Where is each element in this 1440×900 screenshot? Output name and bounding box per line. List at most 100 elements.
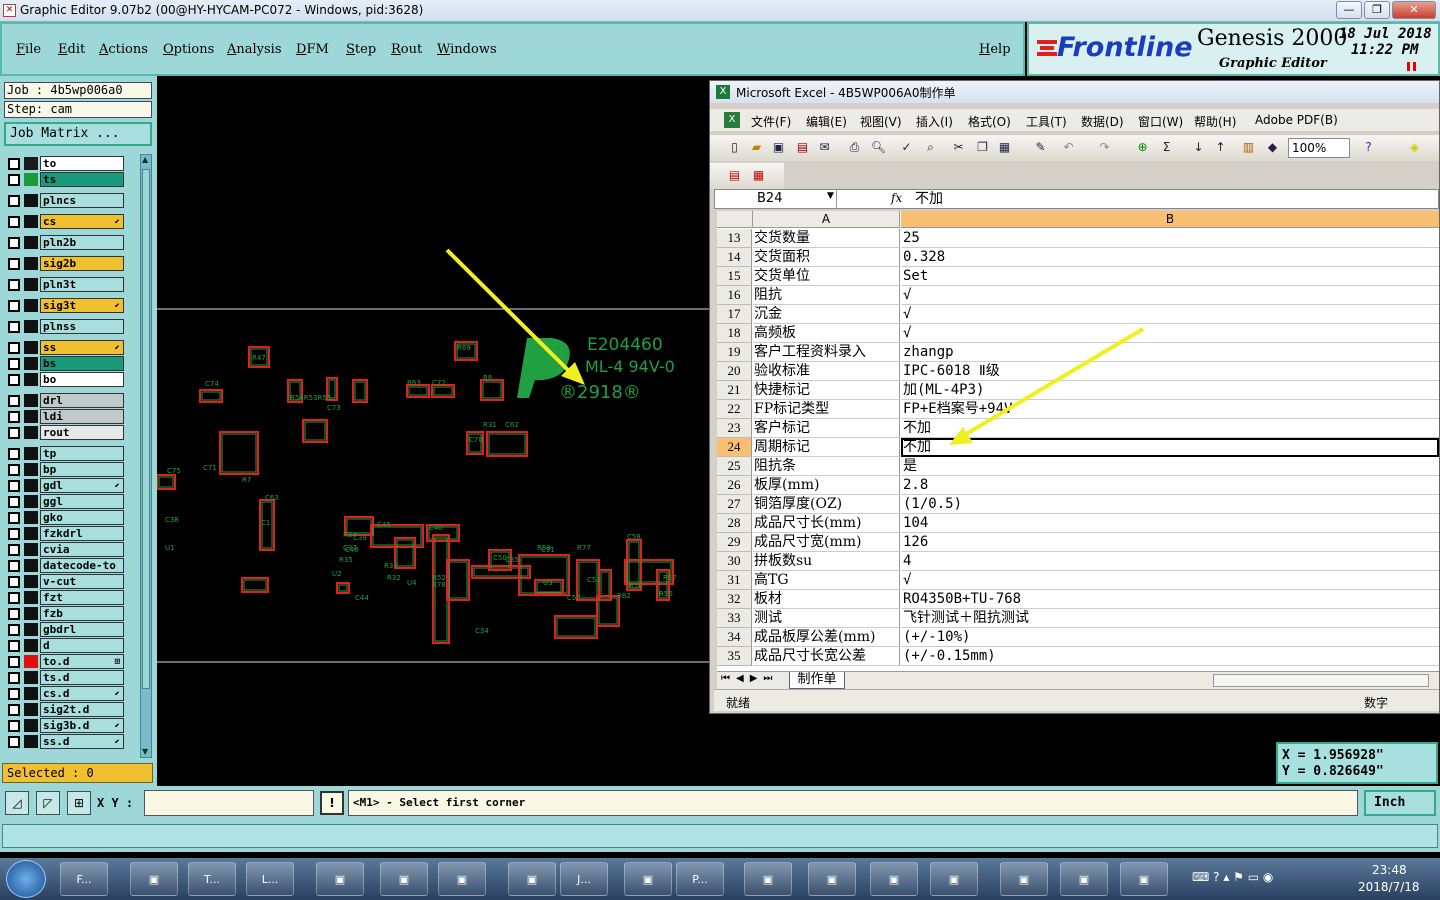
layer-color-swatch[interactable] <box>24 591 38 604</box>
layer-name[interactable]: bp <box>40 462 124 477</box>
layer-row-sig2b[interactable]: sig2b <box>4 256 124 271</box>
layer-row-rout[interactable]: rout <box>4 425 124 440</box>
layer-scrollbar[interactable]: ▲ ▼ <box>140 154 152 758</box>
print-preview-icon[interactable]: 🔍︎ <box>870 139 887 156</box>
layer-name[interactable]: cs ⬋ <box>40 214 124 229</box>
open-icon[interactable]: ▰ <box>748 139 765 156</box>
layer-color-swatch[interactable] <box>24 479 38 492</box>
layer-name[interactable]: gbdrl <box>40 622 124 637</box>
layer-name[interactable]: to <box>40 156 124 171</box>
layer-checkbox[interactable] <box>8 592 20 604</box>
convert-pdf-icon[interactable]: ▤ <box>726 167 743 184</box>
layer-color-swatch[interactable] <box>24 687 38 700</box>
menu-edit[interactable]: Edit <box>58 42 85 57</box>
job-matrix-button[interactable]: Job Matrix ... <box>4 122 152 146</box>
drawing-icon[interactable]: ◆ <box>1264 139 1281 156</box>
formula-input[interactable]: 不加 <box>915 190 943 208</box>
layer-row-drl[interactable]: drl <box>4 393 124 408</box>
layer-color-swatch[interactable] <box>24 236 38 249</box>
spelling-icon[interactable]: ✓ <box>898 139 915 156</box>
xl-menu-view[interactable]: 视图(V) <box>860 113 902 130</box>
layer-name[interactable]: rout <box>40 425 124 440</box>
layer-color-swatch[interactable] <box>24 173 38 186</box>
layer-checkbox[interactable] <box>8 279 20 291</box>
sort-desc-icon[interactable]: ↑ <box>1212 139 1229 156</box>
redo-icon[interactable]: ↷ <box>1096 139 1113 156</box>
layer-checkbox[interactable] <box>8 688 20 700</box>
namebox-dropdown-icon[interactable]: ▼ <box>827 191 834 201</box>
layer-color-swatch[interactable] <box>24 447 38 460</box>
layer-row-cs.d[interactable]: cs.d ⬋ <box>4 686 124 701</box>
taskbar-app-button[interactable]: ▣ <box>508 862 556 896</box>
layer-row-ldi[interactable]: ldi <box>4 409 124 424</box>
save-icon[interactable]: ▣ <box>770 139 787 156</box>
hyperlink-icon[interactable]: ⊕ <box>1134 139 1151 156</box>
graphic-canvas[interactable]: E204460 ML-4 94V-0 ®2918® R47 C74 R54R53R5… <box>156 80 710 786</box>
menu-options[interactable]: Options <box>163 42 214 57</box>
layer-name[interactable]: v-cut <box>40 574 124 589</box>
layer-name[interactable]: fzt <box>40 590 124 605</box>
layer-row-ss[interactable]: ss ⬋ <box>4 340 124 355</box>
layer-checkbox[interactable] <box>8 395 20 407</box>
layer-row-gdl[interactable]: gdl ⬋ <box>4 478 124 493</box>
xl-menu-insert[interactable]: 插入(I) <box>916 113 953 130</box>
taskbar-app-button[interactable]: ▣ <box>1060 862 1108 896</box>
layer-checkbox[interactable] <box>8 174 20 186</box>
sheet-nav-icons[interactable]: ⏮◀▶⏭ <box>721 673 778 684</box>
layer-checkbox[interactable] <box>8 560 20 572</box>
xl-menu-edit[interactable]: 编辑(E) <box>806 113 847 130</box>
close-button[interactable]: ✕ <box>1392 1 1436 19</box>
layer-name[interactable]: tp <box>40 446 124 461</box>
layer-checkbox[interactable] <box>8 640 20 652</box>
layer-color-swatch[interactable] <box>24 194 38 207</box>
layer-checkbox[interactable] <box>8 736 20 748</box>
help-icon[interactable]: ? <box>1360 139 1377 156</box>
taskbar-app-button[interactable]: P... <box>676 862 724 896</box>
format-painter-icon[interactable]: ✎ <box>1032 139 1049 156</box>
layer-checkbox[interactable] <box>8 704 20 716</box>
chart-wizard-icon[interactable]: ▥ <box>1240 139 1257 156</box>
layer-color-swatch[interactable] <box>24 495 38 508</box>
menu-rout[interactable]: Rout <box>391 42 422 57</box>
workbook-icon[interactable]: X <box>724 112 740 128</box>
layer-row-fzt[interactable]: fzt <box>4 590 124 605</box>
minimize-button[interactable]: — <box>1336 1 1362 19</box>
maximize-button[interactable]: ❐ <box>1364 1 1390 19</box>
layer-name[interactable]: bs <box>40 356 124 371</box>
layer-color-swatch[interactable] <box>24 655 38 668</box>
layer-checkbox[interactable] <box>8 321 20 333</box>
layer-name[interactable]: ldi <box>40 409 124 424</box>
layer-row-bp[interactable]: bp <box>4 462 124 477</box>
layer-color-swatch[interactable] <box>24 410 38 423</box>
layer-color-swatch[interactable] <box>24 278 38 291</box>
layer-name[interactable]: plnss <box>40 319 124 334</box>
menu-actions[interactable]: Actions <box>99 42 148 57</box>
taskbar-app-button[interactable]: L... <box>246 862 294 896</box>
layer-color-swatch[interactable] <box>24 215 38 228</box>
layer-color-swatch[interactable] <box>24 320 38 333</box>
layer-row-ggl[interactable]: ggl <box>4 494 124 509</box>
layer-checkbox[interactable] <box>8 342 20 354</box>
measure-icon[interactable]: ◸ <box>36 791 60 815</box>
layer-name[interactable]: datecode-to <box>40 558 124 573</box>
layer-row-fzb[interactable]: fzb <box>4 606 124 621</box>
undo-icon[interactable]: ↶ <box>1060 139 1077 156</box>
layer-color-swatch[interactable] <box>24 299 38 312</box>
snap-icon[interactable]: ◿ <box>5 791 29 815</box>
copy-icon[interactable]: ❐ <box>974 139 991 156</box>
horizontal-scrollbar[interactable] <box>1213 674 1429 687</box>
print-icon[interactable]: ⎙ <box>846 139 863 156</box>
layer-checkbox[interactable] <box>8 656 20 668</box>
fill-color-icon[interactable]: ◈ <box>1406 139 1423 156</box>
layer-color-swatch[interactable] <box>24 511 38 524</box>
layer-color-swatch[interactable] <box>24 703 38 716</box>
xl-menu-adobe-pdf[interactable]: Adobe PDF(B) <box>1255 113 1338 127</box>
layer-checkbox[interactable] <box>8 358 20 370</box>
email-icon[interactable]: ✉ <box>816 139 833 156</box>
layer-checkbox[interactable] <box>8 464 20 476</box>
layer-checkbox[interactable] <box>8 374 20 386</box>
layer-name[interactable]: sig2t.d <box>40 702 124 717</box>
layer-row-plncs[interactable]: plncs <box>4 193 124 208</box>
layer-row-bs[interactable]: bs <box>4 356 124 371</box>
layer-color-swatch[interactable] <box>24 463 38 476</box>
